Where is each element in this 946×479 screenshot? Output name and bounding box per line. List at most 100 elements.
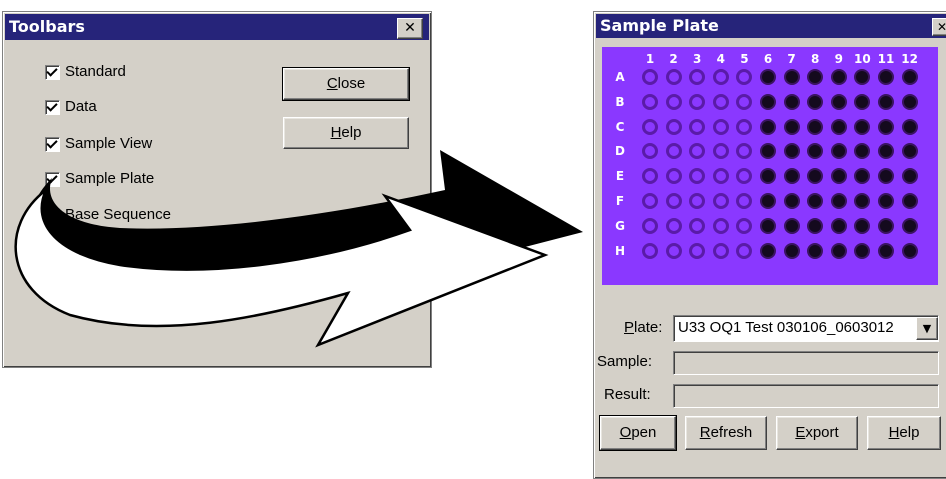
plate-well-C11[interactable] [878,118,894,135]
toolbars-titlebar[interactable]: Toolbars [5,14,429,40]
plate-well-B12[interactable] [901,93,918,110]
plate-well-A3[interactable] [689,69,706,85]
plate-well-F9[interactable] [830,193,847,209]
plate-well-H10[interactable] [854,242,871,259]
plate-well-D3[interactable] [689,143,706,160]
plate-well-H6[interactable] [760,242,776,259]
plate-well-G4[interactable] [712,217,729,234]
checkbox-checked-icon[interactable] [45,100,60,115]
plate-well-F4[interactable] [712,193,729,209]
plate-well-D10[interactable] [854,143,871,160]
checkbox-checked-icon[interactable] [45,172,60,187]
checkbox-checked-icon[interactable] [45,208,60,223]
refresh-button[interactable]: Refresh [685,416,767,450]
plate-well-C1[interactable] [642,118,658,135]
plate-well-E3[interactable] [689,168,706,185]
plate-well-G10[interactable] [854,217,871,234]
plate-well-E5[interactable] [736,168,753,185]
plate-well-E10[interactable] [854,168,871,185]
plate-well-B7[interactable] [783,93,800,110]
plate-well-F5[interactable] [736,193,753,209]
plate-well-G2[interactable] [665,217,682,234]
sample-plate-titlebar[interactable]: Sample Plate [596,14,946,38]
open-button[interactable]: Open [599,415,677,451]
plate-well-E4[interactable] [712,168,729,185]
plate-well-E6[interactable] [760,168,776,185]
plate-well-C7[interactable] [783,118,800,135]
plate-well-F2[interactable] [665,193,682,209]
plate-well-B10[interactable] [854,93,871,110]
plate-well-H5[interactable] [736,242,753,259]
plate-well-F8[interactable] [807,193,824,209]
plate-well-D8[interactable] [807,143,824,160]
plate-well-H1[interactable] [642,242,658,259]
plate-well-A1[interactable] [642,69,658,85]
plate-well-E11[interactable] [878,168,894,185]
plate-well-D11[interactable] [878,143,894,160]
export-button[interactable]: Export [776,416,858,450]
plate-well-B6[interactable] [760,93,776,110]
plate-well-B4[interactable] [712,93,729,110]
plate-well-E9[interactable] [830,168,847,185]
plate-well-C2[interactable] [665,118,682,135]
plate-well-C3[interactable] [689,118,706,135]
plate-well-B9[interactable] [830,93,847,110]
plate-well-H3[interactable] [689,242,706,259]
plate-well-E2[interactable] [665,168,682,185]
plate-well-G3[interactable] [689,217,706,234]
plate-well-A4[interactable] [712,69,729,85]
plate-well-D6[interactable] [760,143,776,160]
plate-select[interactable]: U33 OQ1 Test 030106_0603012 ▼ [673,315,939,342]
well-plate-grid[interactable]: 1 2 3 4 5 6 7 8 9 10 11 12 A B C D E F G H [602,47,938,285]
chevron-down-icon[interactable]: ▼ [916,317,938,340]
plate-well-H11[interactable] [878,242,894,259]
plate-well-F3[interactable] [689,193,706,209]
plate-well-A11[interactable] [878,69,894,85]
help-button[interactable]: Help [283,117,409,149]
plate-well-D7[interactable] [783,143,800,160]
plate-well-H9[interactable] [830,242,847,259]
close-button[interactable]: Close [282,67,410,101]
plate-well-C5[interactable] [736,118,753,135]
plate-well-C10[interactable] [854,118,871,135]
plate-well-F6[interactable] [760,193,776,209]
plate-well-B3[interactable] [689,93,706,110]
plate-well-H8[interactable] [807,242,824,259]
plate-well-H4[interactable] [712,242,729,259]
plate-well-C8[interactable] [807,118,824,135]
toolbars-close-x-button[interactable]: ✕ [397,18,423,39]
plate-well-E7[interactable] [783,168,800,185]
plate-well-C6[interactable] [760,118,776,135]
plate-well-A9[interactable] [830,69,847,85]
plate-well-G11[interactable] [878,217,894,234]
plate-well-B1[interactable] [642,93,658,110]
plate-well-G5[interactable] [736,217,753,234]
plate-well-F1[interactable] [642,193,658,209]
plate-well-E12[interactable] [901,168,918,185]
plate-well-B5[interactable] [736,93,753,110]
plate-well-A10[interactable] [854,69,871,85]
plate-well-G9[interactable] [830,217,847,234]
plate-well-G7[interactable] [783,217,800,234]
sample-plate-close-x-button[interactable]: ✕ [932,18,946,36]
plate-well-D4[interactable] [712,143,729,160]
plate-well-H12[interactable] [901,242,918,259]
plate-well-C12[interactable] [901,118,918,135]
plate-well-G12[interactable] [901,217,918,234]
checkbox-checked-icon[interactable] [45,137,60,152]
plate-well-A6[interactable] [760,69,776,85]
plate-well-G6[interactable] [760,217,776,234]
plate-well-D5[interactable] [736,143,753,160]
plate-well-E1[interactable] [642,168,658,185]
plate-well-H2[interactable] [665,242,682,259]
plate-well-A7[interactable] [783,69,800,85]
plate-well-G1[interactable] [642,217,658,234]
plate-well-A12[interactable] [901,69,918,85]
plate-well-A5[interactable] [736,69,753,85]
plate-well-F11[interactable] [878,193,894,209]
help-button-plate[interactable]: Help [867,416,941,450]
plate-well-H7[interactable] [783,242,800,259]
plate-well-D12[interactable] [901,143,918,160]
plate-well-C9[interactable] [830,118,847,135]
plate-well-E8[interactable] [807,168,824,185]
